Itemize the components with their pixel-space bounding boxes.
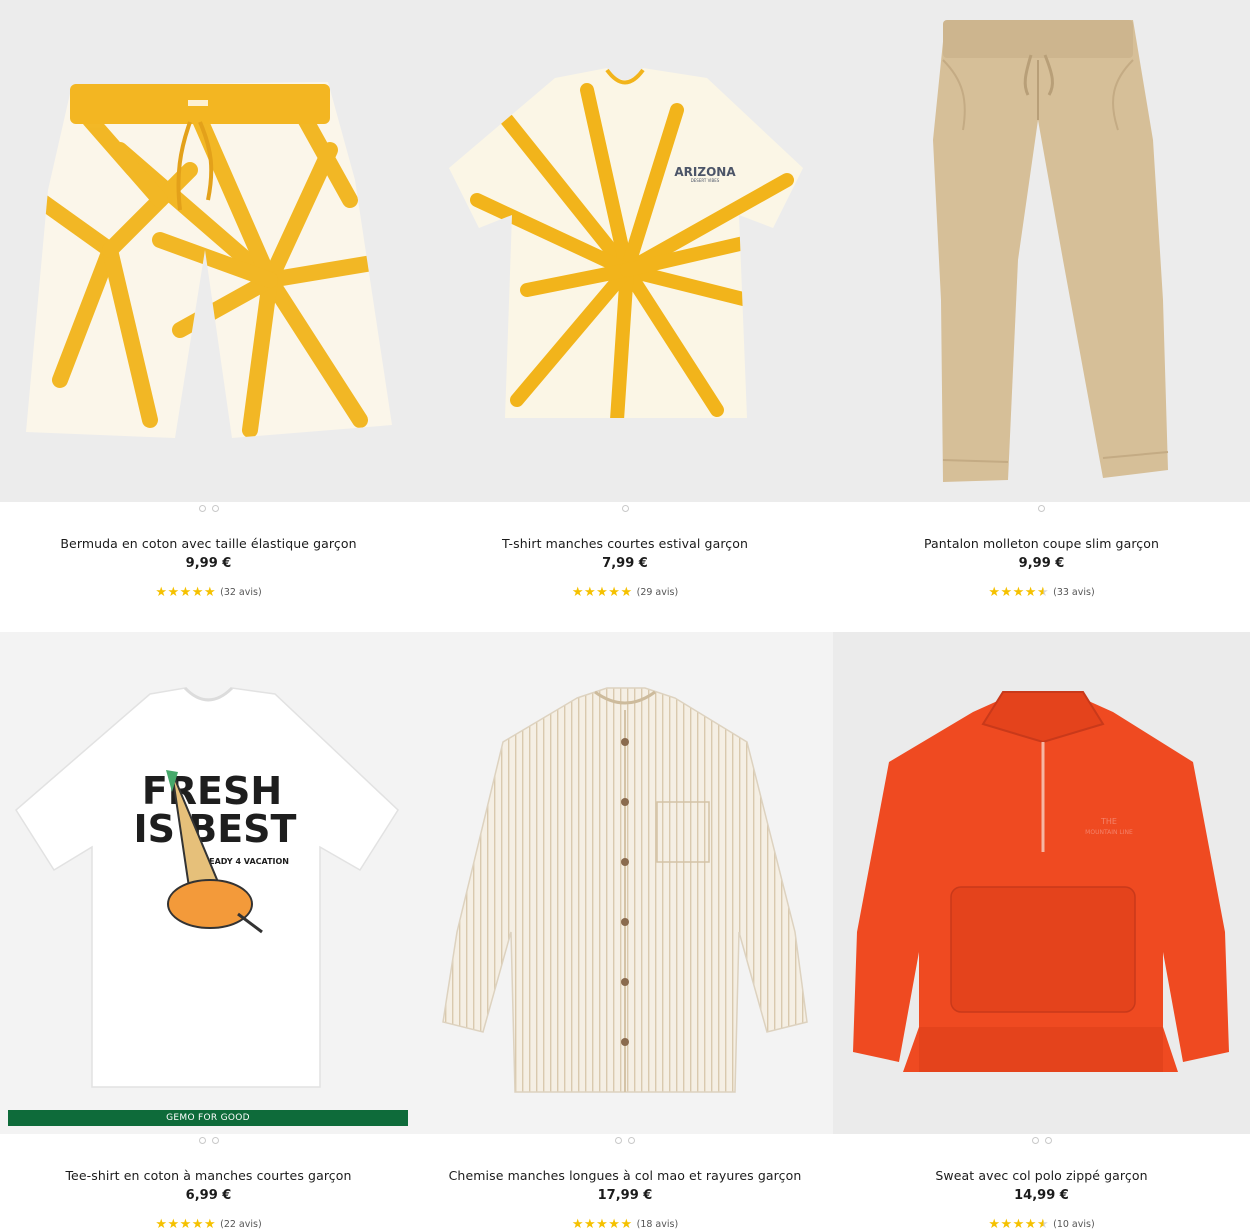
product-name[interactable]: Tee-shirt en coton à manches courtes gar… xyxy=(0,1168,417,1183)
review-count: (18 avis) xyxy=(636,1219,679,1230)
print-text-line2: IS BEST xyxy=(134,807,297,851)
product-price: 9,99 € xyxy=(1018,556,1065,571)
review-count: (10 avis) xyxy=(1053,1219,1095,1230)
product-name[interactable]: T-shirt manches courtes estival garçon xyxy=(417,536,833,551)
product-name[interactable]: Bermuda en coton avec taille élastique g… xyxy=(0,536,417,551)
carousel-dot[interactable] xyxy=(1038,505,1045,512)
carousel-dots[interactable] xyxy=(833,1137,1250,1147)
carousel-dots[interactable] xyxy=(0,1137,417,1147)
product-card[interactable]: THE MOUNTAIN LINE Sweat avec col polo zi… xyxy=(833,632,1250,1231)
carousel-dot[interactable] xyxy=(198,505,206,512)
product-image[interactable]: ARIZONA DESERT VIBES xyxy=(417,0,833,502)
rating-stars: ★★★★★ xyxy=(155,585,217,600)
product-card[interactable]: Bermuda en coton avec taille élastique g… xyxy=(0,0,417,632)
product-image[interactable]: FRESH IS BEST READY 4 VACATION GEMO FOR … xyxy=(0,632,417,1134)
product-name[interactable]: Pantalon molleton coupe slim garçon xyxy=(833,536,1250,551)
carousel-dot[interactable] xyxy=(211,505,219,512)
product-price: 7,99 € xyxy=(602,556,648,571)
carousel-dots[interactable] xyxy=(0,505,417,515)
rating-stars: ★★★★★ xyxy=(988,585,1050,600)
carousel-dot[interactable] xyxy=(628,1137,635,1144)
review-count: (33 avis) xyxy=(1053,587,1095,598)
product-rating: ★★★★★ (32 avis) xyxy=(0,586,417,599)
tie-dye-tshirt-illustration: ARIZONA DESERT VIBES xyxy=(449,68,803,418)
white-tshirt-illustration: FRESH IS BEST READY 4 VACATION xyxy=(15,686,399,1088)
product-rating: ★★★★★ (18 avis) xyxy=(417,1218,833,1231)
product-card[interactable]: Pantalon molleton coupe slim garçon 9,99… xyxy=(833,0,1250,632)
print-subtext: READY 4 VACATION xyxy=(203,857,289,866)
carousel-dots[interactable] xyxy=(833,505,1250,515)
product-image[interactable] xyxy=(417,632,833,1134)
carousel-dot[interactable] xyxy=(211,1137,219,1144)
carousel-dot[interactable] xyxy=(1044,1137,1052,1144)
carousel-dot[interactable] xyxy=(615,1137,622,1144)
rating-stars: ★★★★★ xyxy=(571,1217,633,1231)
product-rating: ★★★★★ (22 avis) xyxy=(0,1218,417,1231)
carousel-dots[interactable] xyxy=(417,505,833,515)
print-subtext: DESERT VIBES xyxy=(691,178,720,183)
rating-stars: ★★★★★ xyxy=(988,1217,1050,1231)
product-rating: ★★★★★ (10 avis) xyxy=(833,1218,1250,1231)
product-price: 6,99 € xyxy=(185,1188,232,1203)
product-card[interactable]: ARIZONA DESERT VIBES T-shirt manches cou… xyxy=(417,0,833,632)
carousel-dots[interactable] xyxy=(417,1137,833,1147)
carousel-dot[interactable] xyxy=(1031,1137,1039,1144)
product-image[interactable]: THE MOUNTAIN LINE xyxy=(833,632,1250,1134)
product-price: 9,99 € xyxy=(185,556,232,571)
product-rating: ★★★★★ (33 avis) xyxy=(833,586,1250,599)
product-card[interactable]: Chemise manches longues à col mao et ray… xyxy=(417,632,833,1231)
product-card[interactable]: FRESH IS BEST READY 4 VACATION GEMO FOR … xyxy=(0,632,417,1231)
khaki-pants-illustration xyxy=(933,20,1169,482)
carousel-dot[interactable] xyxy=(621,505,629,512)
review-count: (32 avis) xyxy=(220,587,262,598)
product-price: 17,99 € xyxy=(597,1188,653,1203)
gemo-for-good-badge: GEMO FOR GOOD xyxy=(8,1110,408,1126)
rating-stars: ★★★★★ xyxy=(571,585,633,600)
print-text: ARIZONA xyxy=(674,165,736,179)
product-image[interactable] xyxy=(0,0,417,502)
print-text: THE xyxy=(1100,817,1117,826)
review-count: (22 avis) xyxy=(220,1219,262,1230)
rating-stars: ★★★★★ xyxy=(155,1217,217,1231)
print-subtext: MOUNTAIN LINE xyxy=(1085,829,1133,836)
carousel-dot[interactable] xyxy=(198,1137,206,1144)
orange-sweatshirt-illustration: THE MOUNTAIN LINE xyxy=(853,691,1229,1072)
product-name[interactable]: Chemise manches longues à col mao et ray… xyxy=(417,1168,833,1183)
product-grid: Bermuda en coton avec taille élastique g… xyxy=(0,0,1250,1231)
tie-dye-shorts-illustration xyxy=(26,82,392,438)
product-image[interactable] xyxy=(833,0,1250,502)
product-name[interactable]: Sweat avec col polo zippé garçon xyxy=(833,1168,1250,1183)
striped-shirt-illustration xyxy=(442,687,808,1093)
product-price: 14,99 € xyxy=(1014,1188,1069,1203)
review-count: (29 avis) xyxy=(636,587,679,598)
product-rating: ★★★★★ (29 avis) xyxy=(417,586,833,599)
